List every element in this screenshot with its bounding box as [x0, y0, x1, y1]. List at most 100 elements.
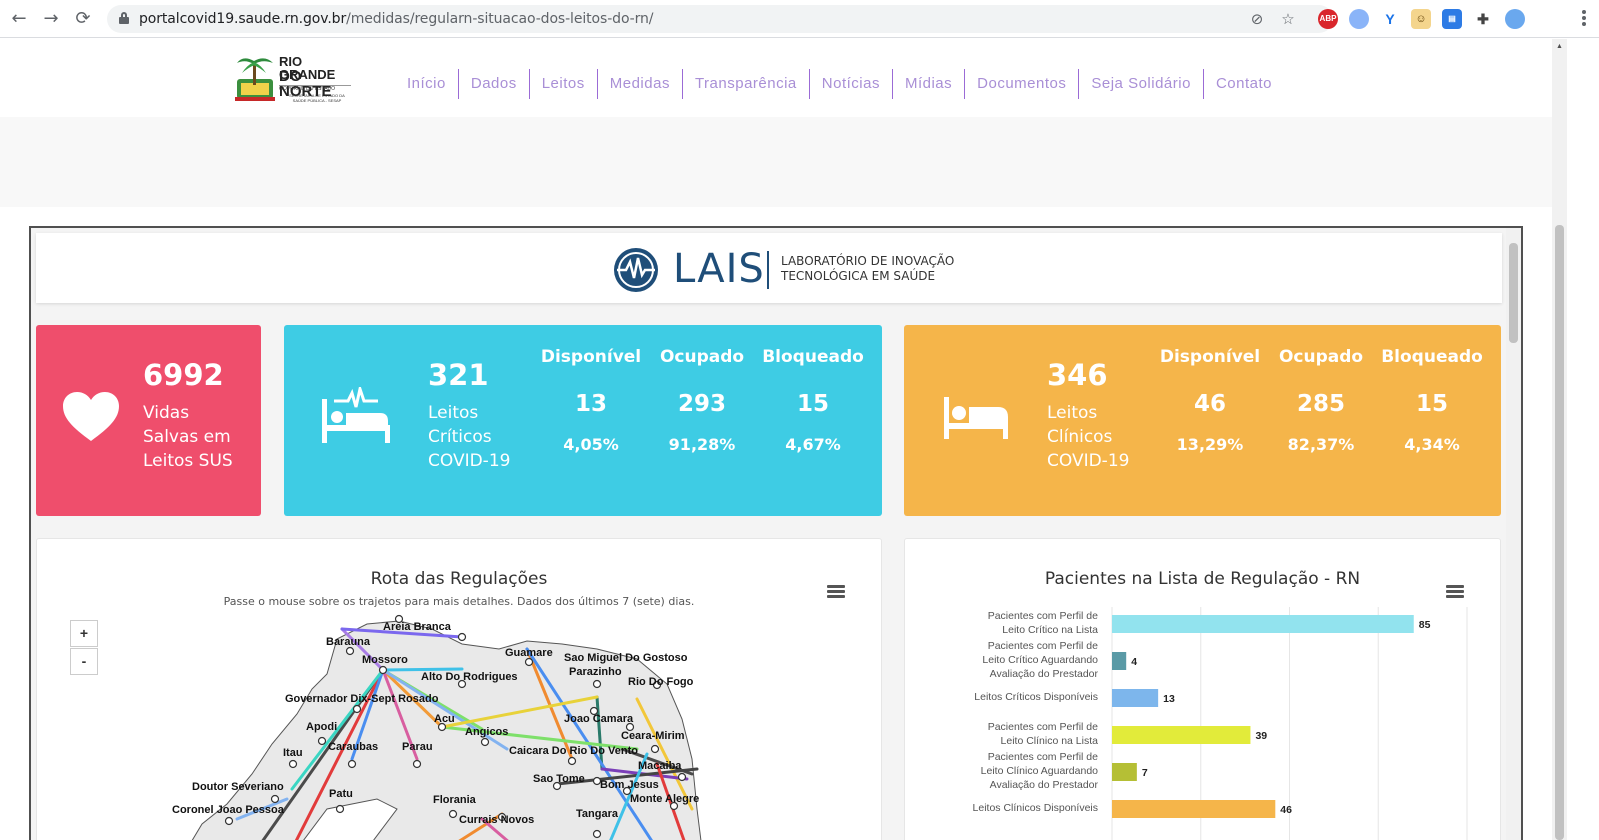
page-scrollbar[interactable]: ▲ — [1552, 39, 1567, 840]
compass-extension-icon[interactable] — [1349, 9, 1369, 29]
lives-saved-card: 6992 Vidas Salvas em Leitos SUS — [36, 325, 261, 516]
bar-value-label: 85 — [1419, 619, 1431, 631]
clinical-blocked-percent: 4,34% — [1404, 435, 1460, 454]
city-label: Patu — [329, 788, 353, 800]
bar[interactable] — [1112, 800, 1276, 818]
city-label: Coronel Joao Pessoa — [172, 804, 285, 816]
critical-available-value: 13 — [574, 391, 607, 417]
adblock-extension-icon[interactable]: ABP — [1318, 9, 1338, 29]
nav-contato[interactable]: Contato — [1204, 69, 1284, 99]
lais-subtitle-line-2: TECNOLÓGICA EM SAÚDE — [781, 269, 936, 283]
address-bar[interactable]: portalcovid19.saude.rn.gov.br/medidas/re… — [107, 5, 1333, 33]
nav-seja-solidario[interactable]: Seja Solidário — [1079, 69, 1204, 99]
banner-spacer — [0, 117, 1552, 207]
lais-header: LAIS LABORATÓRIO DE INOVAÇÃO TECNOLÓGICA… — [36, 233, 1502, 303]
tracking-blocked-icon[interactable]: ⊘ — [1247, 9, 1267, 29]
bar[interactable] — [1112, 689, 1159, 707]
city-label: Angicos — [465, 726, 508, 738]
city-label: Joao Camara — [564, 713, 634, 725]
forward-icon[interactable]: → — [38, 7, 64, 31]
critical-blocked-header: Bloqueado — [762, 347, 864, 367]
lais-subtitle: LABORATÓRIO DE INOVAÇÃO TECNOLÓGICA EM S… — [781, 254, 954, 284]
critical-beds-card: 321 Leitos Críticos COVID-19 Disponível … — [284, 325, 882, 516]
nav-noticias[interactable]: Notícias — [810, 69, 893, 99]
critical-bed-monitor-icon — [322, 387, 390, 443]
extensions-puzzle-icon[interactable]: ✚ — [1473, 9, 1493, 29]
rn-government-logo[interactable]: RIO GRANDE DO NORTE GOVERNO DO ESTADO SE… — [233, 51, 358, 107]
page-scrollbar-thumb[interactable] — [1555, 225, 1564, 840]
clinical-label-line-2: Clínicos — [1047, 427, 1113, 447]
bar[interactable] — [1112, 726, 1251, 744]
city-label: Governador Dix-Sept Rosado — [285, 693, 439, 705]
city-label: Apodi — [306, 721, 337, 733]
clinical-bed-icon — [944, 397, 1008, 439]
scroll-up-icon[interactable]: ▲ — [1555, 42, 1564, 51]
bar-category-label: Leitos Críticos Disponíveis — [974, 691, 1098, 703]
reader-extension-icon[interactable]: ▤ — [1442, 9, 1462, 29]
palm-tree-icon — [235, 58, 275, 101]
critical-available-percent: 4,05% — [563, 435, 619, 454]
city-label: Parau — [402, 741, 433, 753]
nav-inicio[interactable]: Início — [395, 69, 459, 99]
clinical-blocked-value: 15 — [1415, 391, 1448, 417]
dashboard-iframe: LAIS LABORATÓRIO DE INOVAÇÃO TECNOLÓGICA… — [29, 226, 1523, 840]
city-label: Doutor Severiano — [192, 781, 284, 793]
bar-chart-data-labels: 85 4 13 39 7 46 — [1131, 619, 1430, 816]
honey-extension-icon[interactable]: ☺ — [1411, 9, 1431, 29]
city-label: Tangara — [576, 808, 619, 820]
critical-blocked-value: 15 — [796, 391, 829, 417]
clinical-available-column: Disponível 46 13,29% — [1150, 347, 1270, 454]
nav-leitos[interactable]: Leitos — [530, 69, 598, 99]
nav-transparencia[interactable]: Transparência — [683, 69, 810, 99]
city-label: Monte Alegre — [630, 793, 699, 805]
clinical-occupied-value: 285 — [1296, 391, 1345, 417]
lives-saved-label: Vidas Salvas em Leitos SUS — [143, 401, 233, 473]
clinical-beds-card: 346 Leitos Clínicos COVID-19 Disponível … — [904, 325, 1501, 516]
critical-label-line-1: Leitos — [428, 403, 479, 423]
clinical-label-line-3: COVID-19 — [1047, 451, 1130, 471]
regulation-routes-panel: Rota das Regulações Passe o mouse sobre … — [36, 538, 882, 840]
bar-value-label: 13 — [1163, 693, 1175, 705]
browser-toolbar: ← → ⟳ portalcovid19.saude.rn.gov.br/medi… — [0, 0, 1599, 38]
bar[interactable] — [1112, 615, 1414, 633]
nav-dados[interactable]: Dados — [459, 69, 530, 99]
browser-menu-icon[interactable] — [1581, 8, 1587, 30]
back-icon[interactable]: ← — [6, 7, 32, 31]
bar-chart-export-menu-icon[interactable] — [1446, 585, 1464, 599]
city-label: Currais Novos — [459, 814, 534, 826]
logo-line-4: SECRETARIA DE ESTADO DA SAÚDE PÚBLICA - … — [289, 93, 345, 103]
url-text[interactable]: portalcovid19.saude.rn.gov.br/medidas/re… — [139, 11, 654, 27]
lives-saved-value: 6992 — [143, 358, 224, 392]
reload-icon[interactable]: ⟳ — [70, 7, 96, 31]
bar[interactable] — [1112, 763, 1137, 781]
bookmark-star-icon[interactable]: ☆ — [1278, 9, 1298, 29]
city-label: Sao Miguel Do Gostoso — [564, 652, 688, 664]
bar-value-label: 46 — [1280, 804, 1292, 816]
nav-medidas[interactable]: Medidas — [598, 69, 683, 99]
city-label: Rio Do Fogo — [628, 676, 694, 688]
lives-label-line-1: Vidas — [143, 403, 190, 423]
critical-label-line-3: COVID-19 — [428, 451, 511, 471]
profile-avatar[interactable] — [1505, 9, 1525, 29]
main-nav: Início Dados Leitos Medidas Transparênci… — [395, 69, 1284, 99]
bar[interactable] — [1112, 652, 1127, 670]
city-label: Bom Jesus — [600, 779, 659, 791]
lock-icon — [119, 12, 129, 24]
clinical-occupied-header: Ocupado — [1278, 347, 1364, 367]
nav-midias[interactable]: Mídias — [893, 69, 966, 99]
clinical-available-value: 46 — [1193, 391, 1226, 417]
iframe-scrollbar-thumb[interactable] — [1509, 243, 1518, 343]
city-label: Ceara-Mirim — [621, 730, 685, 742]
clinical-label-line-1: Leitos — [1047, 403, 1098, 423]
rn-routes-map[interactable]: Areia Branca Barauna Mossoro Guamare Sao… — [37, 609, 883, 840]
bar-chart-bars — [1112, 615, 1414, 818]
map-subtitle: Passe o mouse sobre os trajetos para mai… — [223, 595, 695, 608]
vpn-extension-icon[interactable]: Y — [1380, 9, 1400, 29]
critical-beds-label: Leitos Críticos COVID-19 — [428, 401, 510, 473]
city-label: Barauna — [326, 636, 371, 648]
iframe-scrollbar[interactable] — [1506, 228, 1521, 840]
map-export-menu-icon[interactable] — [827, 585, 845, 599]
nav-documentos[interactable]: Documentos — [965, 69, 1080, 99]
city-label: Macaiba — [638, 760, 682, 772]
lives-label-line-2: Salvas em — [143, 427, 231, 447]
